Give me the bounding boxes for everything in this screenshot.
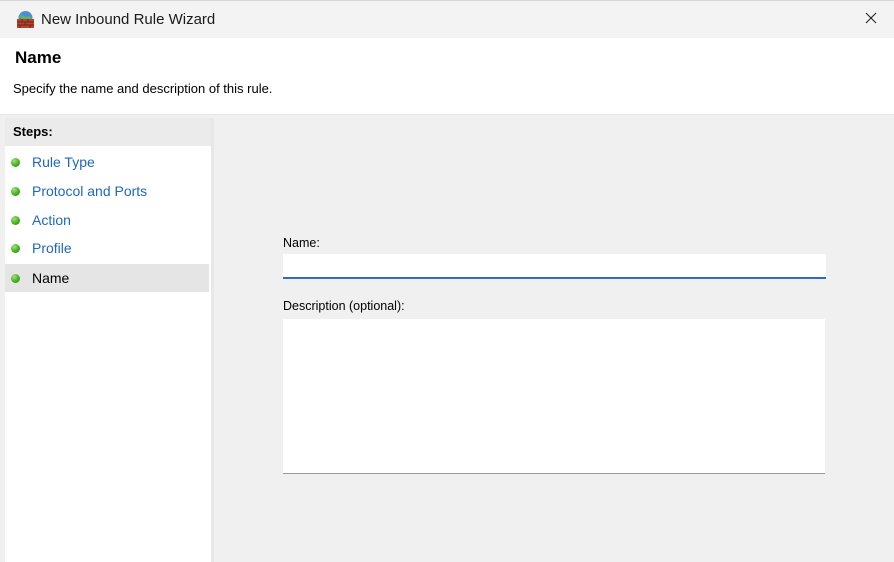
title-bar[interactable]: New Inbound Rule Wizard [0, 0, 894, 38]
step-label: Name [32, 270, 70, 286]
step-label: Rule Type [32, 154, 95, 170]
wizard-body: Steps: Rule Type Protocol and Ports Acti… [0, 115, 894, 562]
steps-panel: Steps: Rule Type Protocol and Ports Acti… [5, 118, 211, 562]
step-label: Action [32, 212, 71, 228]
step-label: Profile [32, 240, 72, 256]
firewall-icon [16, 10, 35, 29]
description-label: Description (optional): [283, 299, 405, 313]
step-profile[interactable]: Profile [5, 234, 209, 262]
description-input[interactable] [283, 319, 825, 474]
window-title: New Inbound Rule Wizard [41, 11, 216, 28]
wizard-window: New Inbound Rule Wizard Name Specify the… [0, 0, 894, 562]
green-dot-icon [11, 216, 20, 225]
steps-heading: Steps: [13, 124, 53, 139]
name-input[interactable] [283, 254, 826, 279]
steps-header: Steps: [5, 118, 211, 146]
wizard-header: Name Specify the name and description of… [0, 38, 894, 115]
green-dot-icon [11, 274, 20, 283]
close-button[interactable] [848, 1, 894, 38]
panel-divider [211, 118, 214, 562]
step-label: Protocol and Ports [32, 183, 148, 199]
page-subtitle: Specify the name and description of this… [13, 81, 273, 96]
page-title: Name [15, 48, 62, 67]
green-dot-icon [11, 158, 20, 167]
green-dot-icon [11, 187, 20, 196]
step-protocol-and-ports[interactable]: Protocol and Ports [5, 177, 209, 205]
close-icon [865, 11, 877, 29]
step-rule-type[interactable]: Rule Type [5, 148, 209, 176]
green-dot-icon [11, 244, 20, 253]
step-action[interactable]: Action [5, 206, 209, 234]
name-label: Name: [283, 236, 320, 250]
step-name[interactable]: Name [5, 264, 209, 292]
